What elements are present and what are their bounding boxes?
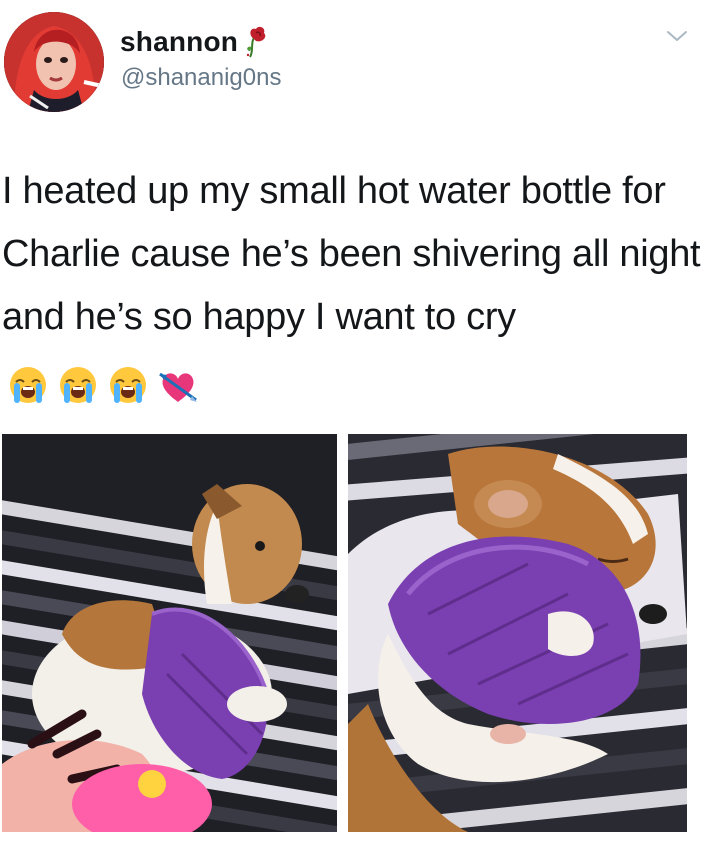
display-name[interactable]: shannon	[120, 26, 238, 58]
handle[interactable]: @shananig0ns	[121, 64, 281, 92]
loudly-crying-face-icon	[58, 362, 98, 403]
chevron-down-icon[interactable]	[664, 26, 690, 46]
loudly-crying-face-icon	[108, 362, 148, 403]
photo-right[interactable]	[348, 434, 687, 832]
rose-icon	[244, 25, 270, 59]
tweet-body: I heated up my small hot water bottle fo…	[2, 170, 701, 338]
tweet-header: shannon @shananig0ns	[0, 0, 711, 125]
tweet-text: I heated up my small hot water bottle fo…	[2, 160, 702, 412]
photo-left[interactable]	[2, 434, 337, 832]
avatar[interactable]	[4, 12, 104, 112]
loudly-crying-face-icon	[8, 362, 48, 403]
emoji-row	[8, 362, 198, 403]
display-name-row: shannon	[120, 22, 270, 62]
heart-with-arrow-icon	[158, 363, 198, 402]
